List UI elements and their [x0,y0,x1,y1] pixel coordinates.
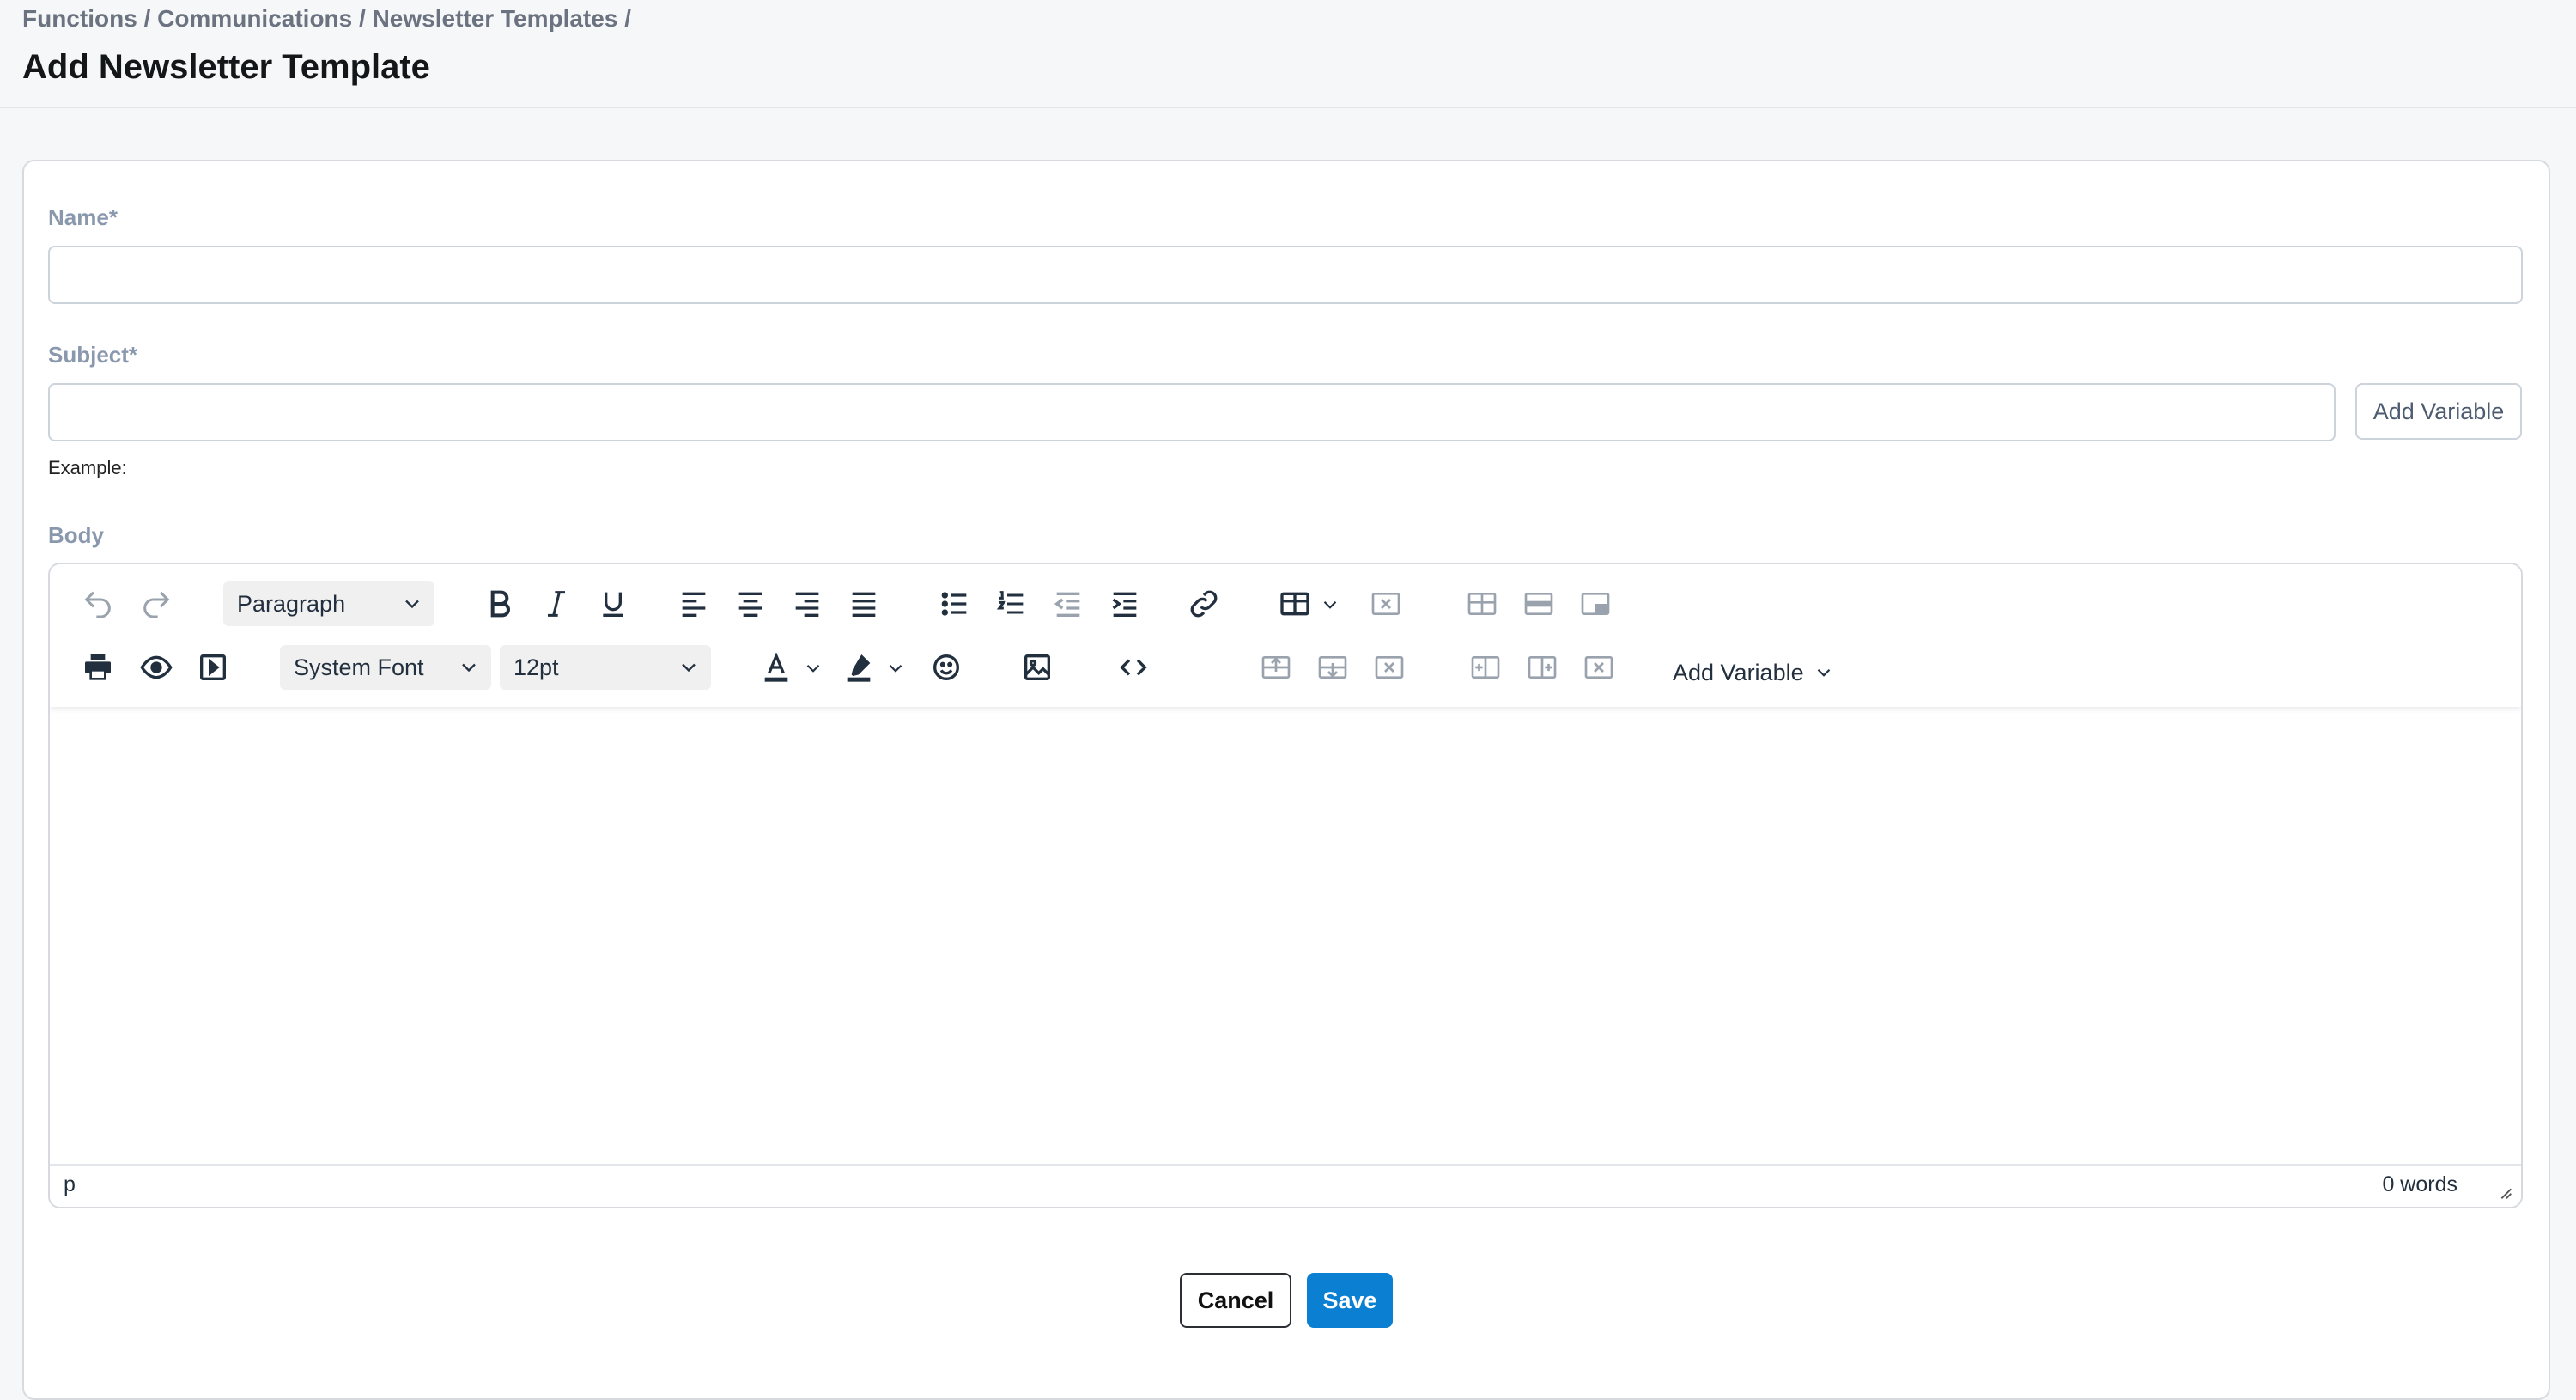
rich-text-editor: Paragraph System Font 12pt Add Variable … [48,563,2523,1208]
align-left-icon[interactable] [671,581,716,626]
delete-table-icon[interactable] [1364,581,1408,626]
insert-col-after-icon[interactable] [1520,645,1564,690]
numbered-list-icon[interactable] [989,581,1034,626]
preview-icon[interactable] [134,645,179,690]
table-cell-props-icon[interactable] [1573,581,1618,626]
add-variable-menu-label: Add Variable [1673,659,1804,685]
subject-label: Subject* [48,342,138,368]
link-icon[interactable] [1182,581,1226,626]
justify-icon[interactable] [841,581,886,626]
font-size-value: 12pt [513,654,559,680]
resize-handle-icon[interactable] [2495,1183,2514,1202]
highlight-icon[interactable] [836,645,881,690]
example-text: Example: [48,457,127,478]
save-button[interactable]: Save [1307,1273,1393,1328]
align-right-icon[interactable] [785,581,829,626]
outdent-icon[interactable] [1046,581,1091,626]
chevron-down-icon [405,600,419,609]
indent-icon[interactable] [1103,581,1147,626]
block-format-value: Paragraph [237,590,346,617]
font-family-value: System Font [294,654,424,680]
font-family-select[interactable]: System Font [280,645,491,690]
text-color-icon[interactable] [754,645,799,690]
page-title: Add Newsletter Template [22,48,430,86]
table-props-icon[interactable] [1460,581,1504,626]
table-row-props-icon[interactable] [1516,581,1561,626]
name-input[interactable] [48,246,2523,304]
breadcrumb[interactable]: Functions / Communications / Newsletter … [22,5,631,33]
align-center-icon[interactable] [728,581,773,626]
add-variable-button[interactable]: Add Variable [2355,383,2522,440]
editor-statusbar: p 0 words [50,1164,2521,1207]
delete-col-icon[interactable] [1577,645,1621,690]
bullet-list-icon[interactable] [933,581,977,626]
table-icon[interactable] [1273,581,1317,626]
delete-row-icon[interactable] [1367,645,1412,690]
insert-row-before-icon[interactable] [1254,645,1298,690]
subject-input[interactable] [48,383,2336,441]
block-format-select[interactable]: Paragraph [223,581,434,626]
media-icon[interactable] [191,645,235,690]
underline-icon[interactable] [591,581,635,626]
italic-icon[interactable] [534,581,579,626]
undo-icon[interactable] [76,581,120,626]
emoji-icon[interactable] [924,645,969,690]
insert-col-before-icon[interactable] [1463,645,1508,690]
chevron-down-icon [1817,668,1830,677]
editor-content-area[interactable] [50,707,2521,1162]
image-icon[interactable] [1015,645,1060,690]
add-variable-menu[interactable]: Add Variable [1673,650,1835,695]
chevron-down-icon [462,663,476,673]
name-label: Name* [48,204,118,230]
print-icon[interactable] [76,645,120,690]
word-count[interactable]: 0 words [2382,1172,2458,1197]
chevron-down-icon[interactable] [884,657,907,679]
element-path[interactable]: p [64,1172,76,1197]
cancel-button[interactable]: Cancel [1180,1273,1291,1328]
chevron-down-icon [682,663,696,673]
insert-row-after-icon[interactable] [1310,645,1355,690]
page-header: Functions / Communications / Newsletter … [0,0,2576,108]
chevron-down-icon[interactable] [802,657,824,679]
redo-icon[interactable] [134,581,179,626]
body-label: Body [48,522,104,548]
code-icon[interactable] [1111,645,1156,690]
editor-toolbar: Paragraph System Font 12pt Add Variable [50,564,2521,707]
font-size-select[interactable]: 12pt [500,645,711,690]
chevron-down-icon[interactable] [1319,593,1341,616]
bold-icon[interactable] [477,581,522,626]
